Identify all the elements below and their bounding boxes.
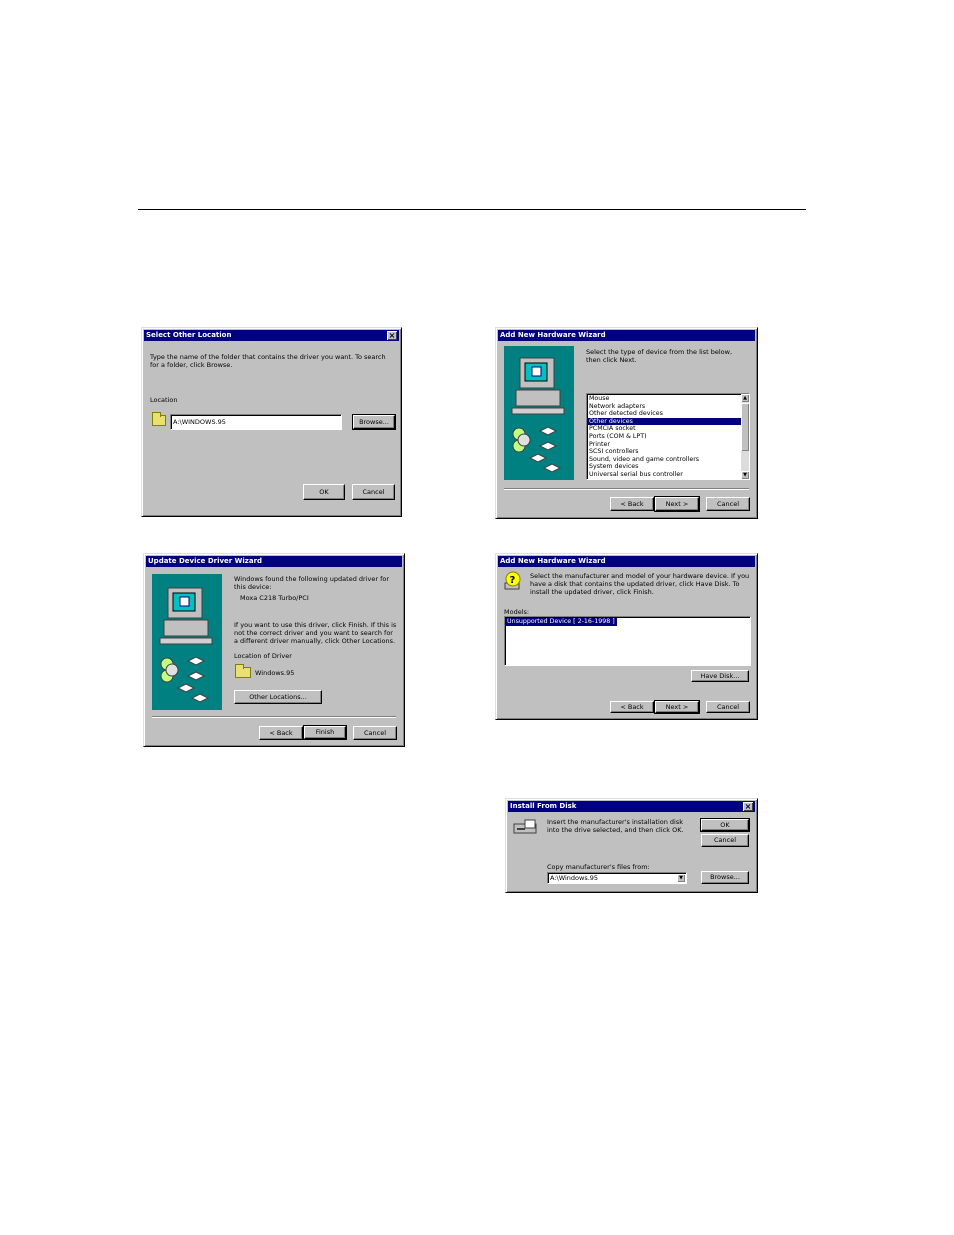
svg-text:?: ? — [510, 575, 516, 586]
next-button[interactable]: Next > — [654, 496, 700, 512]
add-hardware-wizard-dialog: Add New Hardware Wizard Select the type … — [495, 327, 758, 519]
found-text: Windows found the following updated driv… — [234, 575, 390, 592]
update-device-driver-wizard-dialog: Update Device Driver Wizard Windows foun… — [143, 553, 405, 747]
wizard-illustration — [504, 346, 574, 480]
device-type-list[interactable]: Mouse Network adapters Other detected devi… — [586, 393, 750, 480]
location-input[interactable]: A:\WINDOWS.95 — [170, 414, 342, 430]
cancel-button[interactable]: Cancel — [353, 726, 397, 740]
cancel-button[interactable]: Cancel — [701, 834, 749, 847]
title-bar[interactable]: Update Device Driver Wizard — [146, 556, 402, 567]
folder-icon — [152, 412, 166, 426]
dialog-title: Select Other Location — [146, 331, 232, 339]
cancel-button[interactable]: Cancel — [352, 484, 395, 500]
dialog-title: Add New Hardware Wizard — [500, 557, 606, 565]
models-list[interactable]: Unsupported Device [ 2-16-1998 ] — [504, 616, 751, 666]
wizard-illustration — [152, 574, 222, 710]
computer-illustration-icon — [511, 357, 565, 473]
instruction-text: Insert the manufacturer's installation d… — [547, 818, 684, 835]
list-item[interactable]: System devices — [587, 463, 741, 471]
close-icon[interactable]: × — [743, 802, 753, 811]
list-scrollbar[interactable]: ▲ ▼ — [741, 394, 749, 479]
list-item[interactable]: Printer — [587, 441, 741, 449]
list-item[interactable]: Mouse — [587, 395, 741, 403]
hint-text: If you want to use this driver, click Fi… — [234, 621, 397, 646]
instruction-text: Type the name of the folder that contain… — [150, 353, 386, 370]
dialog-title: Add New Hardware Wizard — [500, 331, 606, 339]
title-bar[interactable]: Select Other Location × — [144, 330, 399, 341]
select-other-location-dialog: Select Other Location × Type the name of… — [141, 327, 402, 517]
device-name: Moxa C218 Turbo/PCI — [240, 594, 309, 602]
copy-files-value: A:\Windows.95 — [550, 874, 599, 882]
dialog-title: Update Device Driver Wizard — [148, 557, 263, 565]
location-value: Windows.95 — [255, 669, 295, 677]
list-item[interactable]: Universal serial bus controller — [587, 471, 741, 479]
back-button[interactable]: < Back — [610, 497, 654, 511]
title-bar[interactable]: Install From Disk × — [508, 801, 755, 812]
ok-button[interactable]: OK — [303, 484, 345, 500]
disk-drive-icon — [513, 819, 537, 834]
dialog-title: Install From Disk — [510, 802, 577, 810]
list-item[interactable]: Other detected devices — [587, 410, 741, 418]
scroll-thumb[interactable] — [741, 403, 749, 451]
next-button[interactable]: Next > — [654, 700, 700, 714]
title-bar[interactable]: Add New Hardware Wizard — [498, 330, 755, 341]
finish-button[interactable]: Finish — [303, 725, 347, 740]
close-icon[interactable]: × — [387, 331, 397, 340]
title-bar[interactable]: Add New Hardware Wizard — [498, 556, 755, 567]
list-item[interactable]: Ports (COM & LPT) — [587, 433, 741, 441]
ok-button[interactable]: OK — [700, 818, 750, 832]
instruction-text: Select the type of device from the list … — [586, 348, 733, 365]
other-locations-button[interactable]: Other Locations... — [234, 690, 322, 704]
folder-icon — [235, 664, 251, 678]
add-hardware-wizard-models-dialog: Add New Hardware Wizard ? Select the man… — [495, 553, 758, 720]
list-item[interactable]: Network adapters — [587, 403, 741, 411]
back-button[interactable]: < Back — [610, 701, 654, 713]
have-disk-button[interactable]: Have Disk... — [691, 670, 749, 682]
chevron-down-icon[interactable]: ▼ — [677, 874, 685, 882]
copy-files-combobox[interactable]: A:\Windows.95 ▼ — [547, 872, 687, 884]
cancel-button[interactable]: Cancel — [706, 701, 750, 713]
question-disk-icon: ? — [504, 571, 521, 590]
instruction-text: Select the manufacturer and model of you… — [530, 572, 750, 597]
browse-button[interactable]: Browse... — [352, 414, 396, 430]
location-label: Location of Driver — [234, 652, 292, 660]
cancel-button[interactable]: Cancel — [706, 497, 750, 511]
back-button[interactable]: < Back — [259, 726, 303, 740]
location-label: Location — [150, 396, 178, 404]
scroll-down-icon[interactable]: ▼ — [741, 471, 749, 479]
list-item[interactable]: Unsupported Device [ 2-16-1998 ] — [505, 618, 617, 626]
list-item[interactable]: Sound, video and game controllers — [587, 456, 741, 464]
install-from-disk-dialog: Install From Disk × Insert the manufactu… — [505, 798, 758, 893]
page-rule — [138, 209, 806, 210]
list-item[interactable]: SCSI controllers — [587, 448, 741, 456]
browse-button[interactable]: Browse... — [701, 871, 749, 884]
list-item[interactable]: PCMCIA socket — [587, 425, 741, 433]
divider — [504, 488, 749, 490]
computer-illustration-icon — [159, 587, 213, 703]
list-item[interactable]: Other devices — [587, 417, 741, 426]
divider — [152, 716, 396, 718]
scroll-up-icon[interactable]: ▲ — [741, 394, 749, 402]
models-label: Models: — [504, 608, 530, 616]
copy-files-label: Copy manufacturer's files from: — [547, 863, 650, 871]
